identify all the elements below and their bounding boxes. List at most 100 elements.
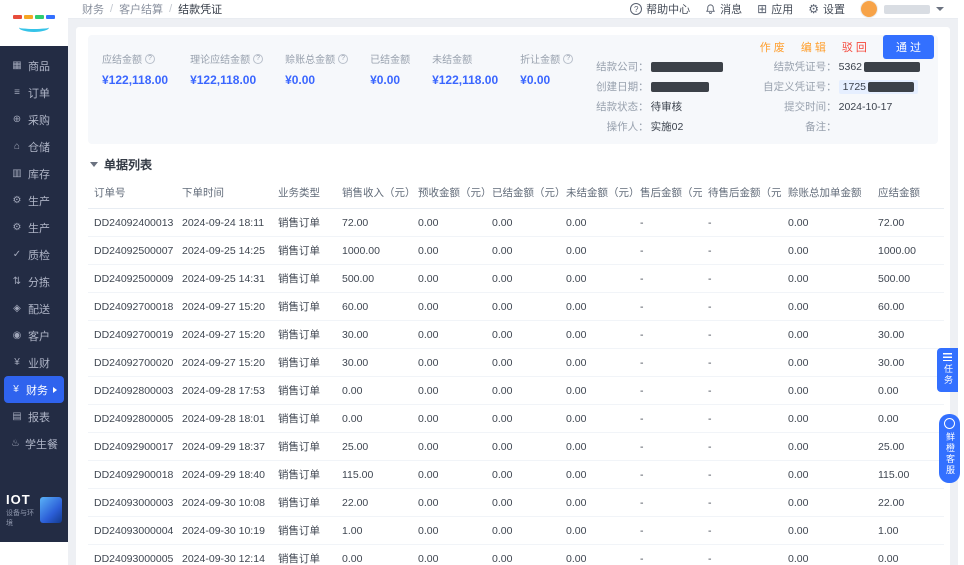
customer-icon: ◉ [11,330,23,341]
table-row[interactable]: DD240927000202024-09-27 15:20销售订单30.000.… [88,349,944,377]
table-cell: 0.00 [782,489,872,517]
column-header[interactable]: 售后金额（元） [634,177,702,209]
info-icon[interactable] [145,54,155,64]
info-icon[interactable] [253,54,263,64]
documents-section-toggle[interactable]: 单据列表 [90,156,936,173]
sidebar-item[interactable]: ✓ 质检 [4,241,64,268]
sidebar-item[interactable]: ♨ 学生餐 [4,430,64,457]
table-cell: - [634,433,702,461]
apps-button[interactable]: 应用 [757,1,793,17]
table-cell: 0.00 [560,461,634,489]
table-row[interactable]: DD240930000032024-09-30 10:08销售订单22.000.… [88,489,944,517]
table-row[interactable]: DD240925000092024-09-25 14:31销售订单500.000… [88,265,944,293]
iot-module[interactable]: IOT 设备与环境 [0,484,68,542]
table-cell: 0.00 [560,545,634,565]
table-cell: 0.00 [782,461,872,489]
orders-table: 订单号 下单时间 业务类型 [88,177,944,565]
column-header[interactable]: 应结金额 [872,177,944,209]
table-cell: 销售订单 [272,321,336,349]
table-cell: 0.00 [560,433,634,461]
table-row[interactable]: DD240928000052024-09-28 18:01销售订单0.000.0… [88,405,944,433]
sidebar-item[interactable]: ⇅ 分拣 [4,268,64,295]
breadcrumb-link[interactable]: 客户结算 [119,1,163,17]
column-header[interactable]: 未结金额（元） [560,177,634,209]
settings-button[interactable]: 设置 [808,1,845,17]
stat-label: 未结金额 [432,51,472,66]
column-header[interactable]: 销售收入（元） [336,177,412,209]
column-header[interactable]: 业务类型 [272,177,336,209]
column-header[interactable]: 预收金额（元） [412,177,486,209]
company-label: 结款公司： [575,59,649,74]
table-row[interactable]: DD240930000052024-09-30 12:14销售订单0.000.0… [88,545,944,565]
table-row[interactable]: DD240927000192024-09-27 15:20销售订单30.000.… [88,321,944,349]
table-row[interactable]: DD240929000182024-09-29 18:40销售订单115.000… [88,461,944,489]
table-row[interactable]: DD240930000042024-09-30 10:19销售订单1.000.0… [88,517,944,545]
stat: 已结金额 ¥0.00 [370,51,410,87]
sidebar-item[interactable]: ⊕ 采购 [4,106,64,133]
table-cell: 115.00 [872,461,944,489]
remark-field: 备注： [753,119,920,134]
sidebar-item[interactable]: ⌂ 仓储 [4,133,64,160]
column-header[interactable]: 下单时间 [176,177,272,209]
iot-subtitle: 设备与环境 [6,508,35,528]
messages-button[interactable]: 消息 [705,1,742,17]
apps-label: 应用 [771,1,793,17]
table-row[interactable]: DD240929000172024-09-29 18:37销售订单25.000.… [88,433,944,461]
table-row[interactable]: DD240928000032024-09-28 17:53销售订单0.000.0… [88,377,944,405]
status-badge: 待审核 [651,99,683,114]
edit-button[interactable]: 编 辑 [801,39,826,55]
table-row[interactable]: DD240927000182024-09-27 15:20销售订单60.000.… [88,293,944,321]
stat: 未结金额 ¥122,118.00 [432,51,498,87]
help-center-button[interactable]: 帮助中心 [630,1,690,17]
info-icon[interactable] [563,54,573,64]
table-cell: 2024-09-30 10:19 [176,517,272,545]
table-cell: 0.00 [336,405,412,433]
customer-service-button[interactable]: 鲜橙客服 [939,414,960,483]
sidebar-item[interactable]: ¥ 财务 [4,376,64,403]
table-cell: DD24092700019 [88,321,176,349]
table-cell: 72.00 [872,209,944,237]
info-icon[interactable] [338,54,348,64]
sidebar-item[interactable]: ◈ 配送 [4,295,64,322]
column-header[interactable]: 订单号 [88,177,176,209]
sidebar-item[interactable]: ⚙ 生产 [4,214,64,241]
status-label: 结款状态： [575,99,649,114]
reject-button[interactable]: 驳 回 [842,39,867,55]
table-cell: 0.00 [336,377,412,405]
breadcrumb-link[interactable]: 财务 [82,1,104,17]
sidebar-item[interactable]: ▦ 商品 [4,52,64,79]
content-area: 作 废 编 辑 驳 回 通 过 应结金额 [68,19,958,565]
column-header[interactable]: 待售后金额（元） [702,177,782,209]
company-value-redacted [651,62,723,72]
app-window: ▦ 商品 ≡ 订单 ⊕ 采购 ⌂ 仓储 [0,0,958,542]
headset-icon [944,418,955,429]
sidebar-item[interactable]: ▤ 报表 [4,403,64,430]
column-header[interactable]: 已结金额（元） [486,177,560,209]
table-cell: - [702,405,782,433]
table-cell: 0.00 [412,265,486,293]
table-cell: 0.00 [486,349,560,377]
sidebar-item[interactable]: ⚙ 生产 [4,187,64,214]
task-panel-toggle[interactable]: 任务 [937,348,958,392]
table-cell: 0.00 [486,265,560,293]
void-button[interactable]: 作 废 [760,39,785,55]
column-header[interactable]: 赊账总加单金额 [782,177,872,209]
sidebar-item[interactable]: ▥ 库存 [4,160,64,187]
voucher-no-label: 结款凭证号： [753,59,837,74]
sidebar-item[interactable]: ◉ 客户 [4,322,64,349]
table-cell: 0.00 [412,321,486,349]
submit-time-field: 提交时间： 2024-10-17 [753,99,920,114]
sidebar-item[interactable]: ¥ 业财 [4,349,64,376]
approve-button[interactable]: 通 过 [883,35,934,59]
voucher-card: 作 废 编 辑 驳 回 通 过 应结金额 [76,27,950,565]
sidebar-item[interactable]: ≡ 订单 [4,79,64,106]
table-row[interactable]: DD240924000132024-09-24 18:11销售订单72.000.… [88,209,944,237]
stat-label: 理论应结金额 [190,51,250,66]
table-cell: 0.00 [486,293,560,321]
help-center-label: 帮助中心 [646,1,690,17]
purchase-icon: ⊕ [11,114,23,125]
table-row[interactable]: DD240925000072024-09-25 14:25销售订单1000.00… [88,237,944,265]
table-cell: 115.00 [336,461,412,489]
breadcrumb-link[interactable]: 结款凭证 [178,1,222,17]
account-menu[interactable] [860,0,944,18]
